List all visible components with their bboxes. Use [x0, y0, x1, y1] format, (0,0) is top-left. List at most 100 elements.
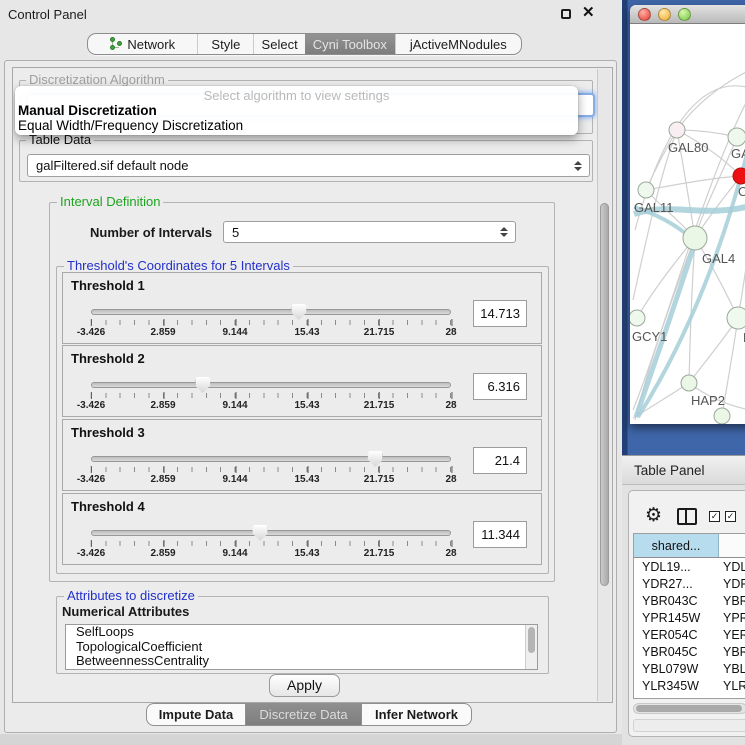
slider-thumb[interactable] — [253, 525, 268, 541]
network-edge[interactable] — [738, 235, 745, 318]
threshold-value[interactable]: 21.4 — [473, 447, 527, 474]
table-row[interactable]: YDR27...YDR2 — [634, 575, 745, 592]
table-row[interactable]: YDL19...YDL1 — [634, 558, 745, 575]
network-node-GAL80[interactable] — [669, 122, 685, 138]
checkbox-icon[interactable]: ✓ — [725, 511, 736, 522]
network-edge[interactable] — [637, 238, 695, 318]
network-node-HAP2[interactable] — [681, 375, 697, 391]
algorithm-popup-item-manual[interactable]: Manual Discretization — [15, 103, 578, 118]
cell-name[interactable]: YBL0 — [719, 662, 745, 676]
network-canvas[interactable]: GAL80GACGAL11GAL4GCY1HHAP2 — [630, 24, 745, 424]
slider-track[interactable] — [91, 530, 451, 536]
cell-shared-name[interactable]: YDR27... — [634, 577, 719, 591]
tab-network[interactable]: Network — [88, 34, 197, 54]
network-node-GAL4[interactable] — [683, 226, 707, 250]
tab-jactivemnodules[interactable]: jActiveMNodules — [395, 34, 521, 54]
cell-shared-name[interactable]: YBR045C — [634, 645, 719, 659]
slider-track[interactable] — [91, 456, 451, 462]
attribute-list-item[interactable]: TopologicalCoefficient — [66, 640, 537, 655]
tab-style[interactable]: Style — [197, 34, 253, 54]
threshold-value[interactable]: 14.713 — [473, 300, 527, 327]
tab-infer-network[interactable]: Infer Network — [361, 704, 471, 725]
threshold-slider[interactable] — [91, 528, 451, 538]
tab-select[interactable]: Select — [253, 34, 305, 54]
threshold-value[interactable]: 11.344 — [473, 521, 527, 548]
table-row[interactable]: YIL052CYIL0 — [634, 694, 745, 699]
cell-shared-name[interactable]: YPR145W — [634, 611, 719, 625]
cell-name[interactable]: YDL1 — [719, 560, 745, 574]
gear-icon[interactable]: ⚙ — [645, 505, 662, 525]
network-node-node-bottom[interactable] — [714, 408, 730, 424]
close-traffic-light-icon[interactable] — [638, 8, 651, 21]
cell-shared-name[interactable]: YLR345W — [634, 679, 719, 693]
network-node-C[interactable] — [733, 168, 745, 184]
tab-discretize-data[interactable]: Discretize Data — [245, 704, 361, 725]
panel-scrollbar[interactable] — [597, 69, 611, 701]
threshold-slider[interactable] — [91, 380, 451, 390]
list-scrollbar-thumb[interactable] — [528, 627, 535, 653]
tab-impute-data[interactable]: Impute Data — [147, 704, 245, 725]
cell-name[interactable]: YPR1 — [719, 611, 745, 625]
slider-thumb[interactable] — [368, 451, 383, 467]
cell-name[interactable]: YBR0 — [719, 594, 745, 608]
attribute-list-item[interactable]: BetweennessCentrality — [66, 654, 537, 669]
table-row[interactable]: YLR345WYLR3 — [634, 677, 745, 694]
table-row[interactable]: YPR145WYPR1 — [634, 609, 745, 626]
tab-cyni-toolbox[interactable]: Cyni Toolbox — [305, 34, 395, 54]
cell-shared-name[interactable]: YIL052C — [634, 696, 719, 700]
column-header-name[interactable]: n — [719, 534, 745, 557]
table-row[interactable]: YBR043CYBR0 — [634, 592, 745, 609]
table-data-combo[interactable]: galFiltered.sif default node — [27, 154, 590, 177]
close-icon[interactable]: ✕ — [582, 4, 595, 22]
cell-name[interactable]: YIL0 — [719, 696, 745, 700]
table-panel-bar[interactable]: Table Panel — [622, 455, 745, 485]
checkbox-icon[interactable]: ✓ — [709, 511, 720, 522]
network-edge[interactable] — [689, 318, 738, 383]
float-window-icon[interactable] — [561, 9, 571, 19]
cell-name[interactable]: YBR0 — [719, 645, 745, 659]
apply-button[interactable]: Apply — [269, 674, 340, 697]
cell-name[interactable]: YDR2 — [719, 577, 745, 591]
table-hscrollbar-thumb[interactable] — [636, 705, 742, 712]
numerical-attributes-label: Numerical Attributes — [62, 604, 189, 619]
network-node-GCY1[interactable] — [630, 310, 645, 326]
slider-track[interactable] — [91, 382, 451, 388]
table-row[interactable]: YER054CYER0 — [634, 626, 745, 643]
numerical-attributes-list[interactable]: SelfLoopsTopologicalCoefficientBetweenne… — [65, 624, 538, 670]
slider-track[interactable] — [91, 309, 451, 315]
zoom-traffic-light-icon[interactable] — [678, 8, 691, 21]
cell-shared-name[interactable]: YBR043C — [634, 594, 719, 608]
threshold-label: Threshold 2 — [71, 351, 145, 366]
minimize-traffic-light-icon[interactable] — [658, 8, 671, 21]
threshold-value[interactable]: 6.316 — [473, 373, 527, 400]
table-row[interactable]: YBR045CYBR0 — [634, 643, 745, 660]
threshold-slider[interactable] — [91, 307, 451, 317]
list-scrollbar[interactable] — [525, 625, 537, 669]
network-window-titlebar[interactable] — [630, 5, 745, 24]
number-of-intervals-combo[interactable]: 5 — [223, 221, 516, 243]
slider-scale: -3.4262.8599.14415.4321.71528 — [91, 327, 451, 341]
cell-shared-name[interactable]: YER054C — [634, 628, 719, 642]
table-hscrollbar[interactable] — [633, 703, 745, 714]
tab-label: Network — [127, 37, 175, 52]
network-node-H[interactable] — [727, 307, 745, 329]
node-label: GAL11 — [634, 200, 674, 215]
network-node-GA[interactable] — [728, 128, 745, 146]
cell-name[interactable]: YLR3 — [719, 679, 745, 693]
network-edge[interactable] — [677, 70, 745, 130]
node-table[interactable]: shared... n YDL19...YDL1YDR27...YDR2YBR0… — [633, 533, 745, 699]
attribute-list-item[interactable]: SelfLoops — [66, 625, 537, 640]
network-node-GAL11[interactable] — [638, 182, 654, 198]
table-row[interactable]: YBL079WYBL0 — [634, 660, 745, 677]
threshold-slider[interactable] — [91, 454, 451, 464]
slider-thumb[interactable] — [195, 377, 210, 393]
split-columns-icon[interactable] — [677, 508, 697, 525]
panel-scrollbar-thumb[interactable] — [600, 203, 609, 586]
cell-shared-name[interactable]: YBL079W — [634, 662, 719, 676]
cell-shared-name[interactable]: YDL19... — [634, 560, 719, 574]
column-header-shared[interactable]: shared... — [634, 534, 719, 557]
cell-name[interactable]: YER0 — [719, 628, 745, 642]
slider-thumb[interactable] — [291, 304, 306, 320]
algorithm-popup-item-equal-width[interactable]: Equal Width/Frequency Discretization — [15, 118, 578, 133]
stepper-icon — [500, 227, 508, 237]
